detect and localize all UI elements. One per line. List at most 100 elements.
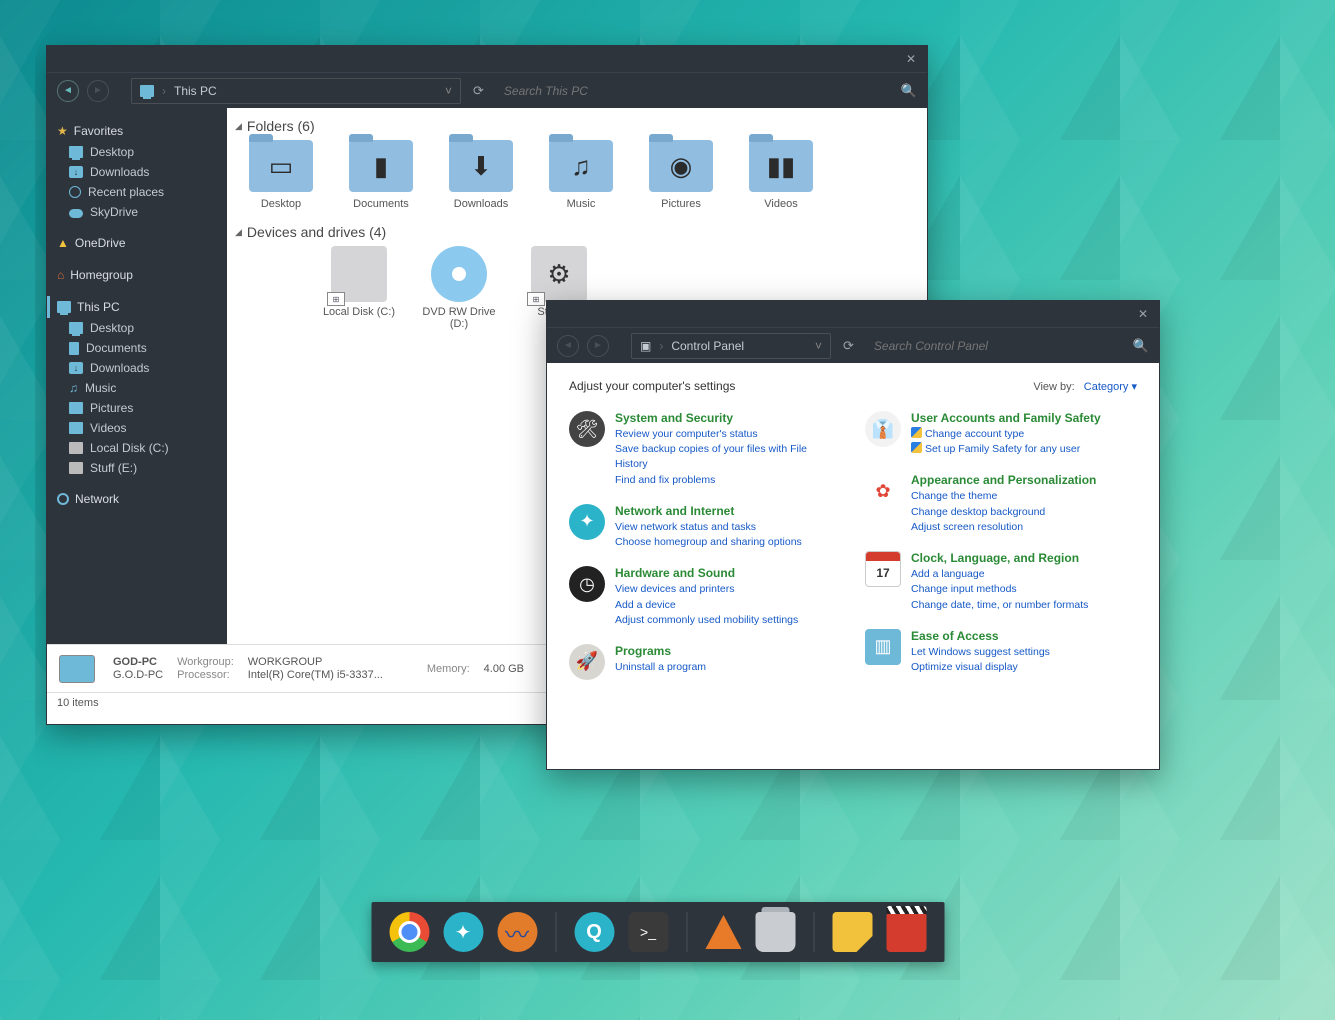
explorer-toolbar: ◄ ► › This PC ˅ ⟳ 🔍 — [47, 72, 927, 108]
nav-back-button[interactable]: ◄ — [557, 335, 579, 357]
sidebar-item-downloads[interactable]: Downloads — [47, 162, 227, 182]
sidebar-onedrive[interactable]: ▲OneDrive — [47, 232, 227, 254]
address-bar[interactable]: ▣ › Control Panel ˅ — [631, 333, 831, 359]
shield-icon — [911, 442, 922, 453]
document-icon — [69, 342, 79, 355]
sidebar-item-documents[interactable]: Documents — [47, 338, 227, 358]
search-icon[interactable]: 🔍 — [1133, 338, 1149, 354]
folder-desktop[interactable]: ▭Desktop — [239, 140, 323, 210]
download-icon: ⬇ — [459, 150, 503, 182]
cat-ease-of-access: ▥ Ease of Access Let Windows suggest set… — [865, 629, 1137, 675]
cat-programs: 🚀 Programs Uninstall a program — [569, 644, 841, 680]
sidebar-item-music[interactable]: ♫Music — [47, 378, 227, 398]
sidebar-item-recent[interactable]: Recent places — [47, 182, 227, 202]
network-icon: ✦ — [569, 504, 605, 540]
dock — [371, 902, 944, 962]
folder-pictures[interactable]: ◉Pictures — [639, 140, 723, 210]
collapse-icon[interactable]: ◢ — [235, 121, 242, 132]
drive-icon — [69, 442, 83, 454]
disc-icon — [431, 246, 487, 302]
refresh-icon[interactable]: ⟳ — [839, 338, 858, 354]
folder-downloads[interactable]: ⬇Downloads — [439, 140, 523, 210]
sidebar-item-localdisk[interactable]: Local Disk (C:) — [47, 438, 227, 458]
user-icon: 👔 — [865, 411, 901, 447]
monitor-icon — [69, 146, 83, 158]
folder-music[interactable]: ♫Music — [539, 140, 623, 210]
cat-system-security: 🛠 System and Security Review your comput… — [569, 411, 841, 488]
cpanel-heading: Adjust your computer's settings — [569, 379, 735, 393]
dock-quicktime-icon[interactable] — [574, 912, 614, 952]
sidebar-favorites[interactable]: ★Favorites — [47, 120, 227, 142]
chevron-down-icon[interactable]: ˅ — [815, 339, 822, 353]
drive-local-c[interactable]: ⊞Local Disk (C:) — [317, 246, 401, 330]
address-text: Control Panel — [671, 339, 744, 353]
collapse-icon[interactable]: ◢ — [235, 227, 242, 238]
explorer-search-input[interactable] — [496, 78, 893, 104]
drives-header[interactable]: ◢Devices and drives (4) — [235, 224, 915, 240]
dock-firefox-icon[interactable] — [497, 912, 537, 952]
viewby-selector[interactable]: View by: Category ▾ — [1033, 380, 1137, 393]
dock-chrome-icon[interactable] — [389, 912, 429, 952]
document-icon: ▮ — [359, 150, 403, 182]
video-icon — [69, 422, 83, 434]
appearance-icon: ✿ — [865, 473, 901, 509]
clock-icon — [69, 186, 81, 198]
nav-forward-button[interactable]: ► — [587, 335, 609, 357]
cat-clock-language: 17 Clock, Language, and Region Add a lan… — [865, 551, 1137, 613]
shield-icon — [911, 427, 922, 438]
drive-icon — [69, 462, 83, 474]
os-badge: ⊞ — [527, 292, 545, 306]
desktop-icon: ▭ — [259, 150, 303, 182]
sidebar-network[interactable]: Network — [47, 488, 227, 510]
search-icon[interactable]: 🔍 — [901, 83, 917, 99]
sidebar-item-desktop2[interactable]: Desktop — [47, 318, 227, 338]
warning-icon: ▲ — [57, 236, 69, 250]
close-icon[interactable]: ✕ — [1135, 306, 1151, 322]
cat-hardware: ◷ Hardware and Sound View devices and pr… — [569, 566, 841, 628]
drive-dvd-d[interactable]: DVD RW Drive (D:) — [417, 246, 501, 330]
dock-clapper-icon[interactable] — [886, 912, 926, 952]
download-icon — [69, 166, 83, 178]
cpanel-search-input[interactable] — [866, 333, 1125, 359]
firewire-icon: ⚙ — [547, 259, 570, 290]
address-bar[interactable]: › This PC ˅ — [131, 78, 461, 104]
folders-header[interactable]: ◢Folders (6) — [235, 118, 915, 134]
explorer-titlebar[interactable]: ✕ — [47, 46, 927, 72]
cat-network: ✦ Network and Internet View network stat… — [569, 504, 841, 550]
pc-thumbnail-icon — [59, 655, 95, 683]
picture-icon — [69, 402, 83, 414]
cpanel-titlebar[interactable]: ✕ — [547, 301, 1159, 327]
music-icon: ♫ — [69, 381, 78, 395]
dock-notes-icon[interactable] — [832, 912, 872, 952]
cloud-icon — [69, 209, 83, 218]
monitor-icon — [69, 322, 83, 334]
pc-icon — [140, 85, 154, 97]
refresh-icon[interactable]: ⟳ — [469, 83, 488, 99]
ease-icon: ▥ — [865, 629, 901, 665]
sidebar-item-pictures[interactable]: Pictures — [47, 398, 227, 418]
sidebar-item-desktop[interactable]: Desktop — [47, 142, 227, 162]
sidebar-thispc[interactable]: This PC — [47, 296, 227, 318]
dock-vlc-icon[interactable] — [705, 915, 741, 949]
hardware-icon: ◷ — [569, 566, 605, 602]
close-icon[interactable]: ✕ — [903, 51, 919, 67]
chevron-down-icon[interactable]: ˅ — [445, 84, 452, 98]
folder-documents[interactable]: ▮Documents — [339, 140, 423, 210]
sidebar-item-videos[interactable]: Videos — [47, 418, 227, 438]
sidebar-item-downloads2[interactable]: Downloads — [47, 358, 227, 378]
nav-forward-button[interactable]: ► — [87, 80, 109, 102]
control-panel-window: ✕ ◄ ► ▣ › Control Panel ˅ ⟳ 🔍 Adjust you… — [546, 300, 1160, 770]
nav-back-button[interactable]: ◄ — [57, 80, 79, 102]
sidebar-item-stuff[interactable]: Stuff (E:) — [47, 458, 227, 478]
sidebar-item-skydrive[interactable]: SkyDrive — [47, 202, 227, 222]
dock-separator — [813, 912, 814, 952]
chevron-down-icon: ▾ — [1131, 381, 1137, 393]
download-icon — [69, 362, 83, 374]
dock-safari-icon[interactable] — [443, 912, 483, 952]
programs-icon: 🚀 — [569, 644, 605, 680]
dock-terminal-icon[interactable] — [628, 912, 668, 952]
home-icon: ⌂ — [57, 268, 64, 282]
folder-videos[interactable]: ▮▮Videos — [739, 140, 823, 210]
sidebar-homegroup[interactable]: ⌂Homegroup — [47, 264, 227, 286]
dock-trash-icon[interactable] — [755, 912, 795, 952]
